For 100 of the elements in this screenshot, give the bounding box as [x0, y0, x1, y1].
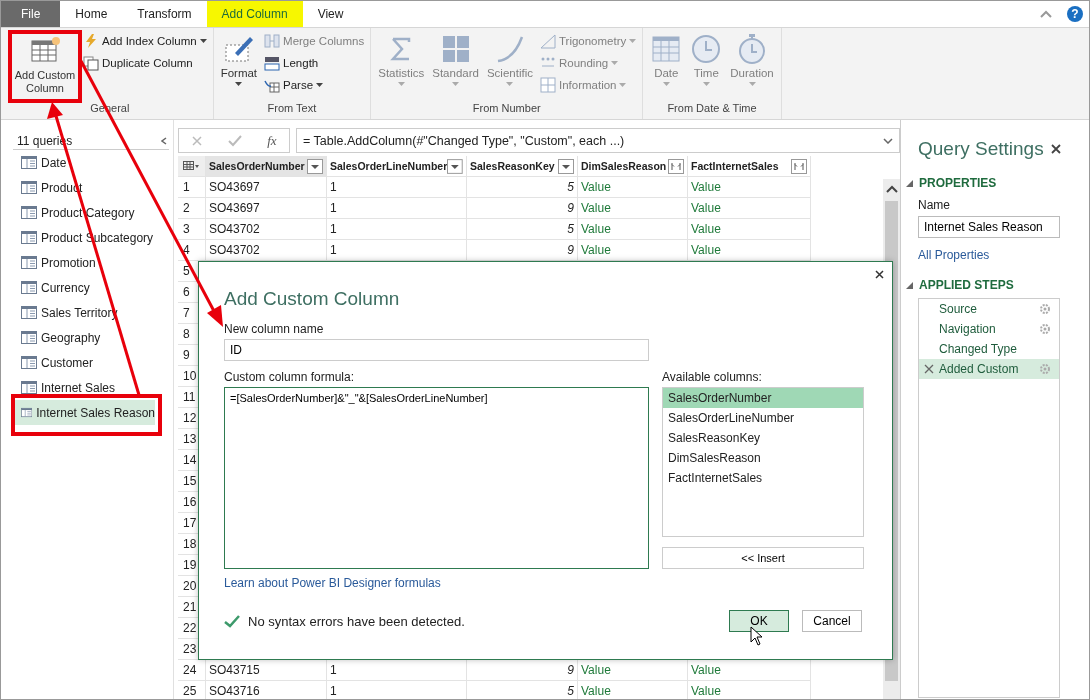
delete-icon[interactable] [924, 364, 934, 374]
status-message: No syntax errors have been detected. [248, 613, 465, 629]
table-cell: 9 [467, 198, 578, 218]
close-icon[interactable] [1051, 144, 1061, 154]
column-header[interactable]: SalesOrderLineNumber [327, 156, 467, 176]
column-name-field[interactable]: ID [224, 339, 649, 361]
function-button[interactable]: fx [267, 132, 277, 149]
table-cell: 9 [467, 240, 578, 260]
expand-columns-icon[interactable] [791, 158, 807, 174]
query-item[interactable]: Internet Sales Reason [13, 400, 155, 425]
name-field[interactable]: Internet Sales Reason [918, 216, 1060, 238]
ribbon-tab[interactable]: View [302, 1, 359, 27]
collapse-triangle-icon[interactable] [906, 281, 913, 289]
lightning-icon [83, 33, 99, 49]
help-button[interactable]: ? [1067, 6, 1083, 22]
column-item[interactable]: DimSalesReason [663, 448, 863, 468]
pane-title: Query Settings [918, 138, 1044, 160]
formula-field[interactable]: = Table.AddColumn(#"Changed Type", "Custom", each ...) [296, 128, 900, 153]
dialog-title: Add Custom Column [224, 288, 401, 310]
help-link[interactable]: Learn about Power BI Designer formulas [224, 576, 649, 590]
collapse-icon[interactable] [1039, 9, 1053, 19]
dialog-button[interactable]: OK [729, 610, 789, 632]
dialog-button[interactable]: Cancel [802, 610, 862, 632]
section-heading: APPLIED STEPS [919, 278, 1014, 292]
column-item[interactable]: SalesOrderNumber [663, 388, 863, 408]
filter-dropdown-icon[interactable] [307, 158, 323, 174]
ribbon-button[interactable]: Duplicate Column [81, 53, 209, 73]
cursor-icon [750, 626, 764, 646]
field-label: New column name [224, 322, 325, 336]
applied-step[interactable]: Navigation [919, 319, 1059, 339]
table-cell: 1 [327, 219, 467, 239]
stopwatch-icon [736, 33, 768, 65]
query-item[interactable]: Currency [13, 275, 155, 300]
query-item[interactable]: Date [13, 150, 155, 175]
table-icon [21, 206, 37, 219]
table-icon [21, 281, 37, 294]
table-cell: Value [688, 198, 811, 218]
applied-step[interactable]: Source [919, 299, 1059, 319]
all-properties-link[interactable]: All Properties [918, 248, 1061, 262]
section-heading: PROPERTIES [919, 176, 997, 190]
query-item[interactable]: Geography [13, 325, 155, 350]
table-icon [21, 381, 37, 394]
insert-button[interactable]: << Insert [662, 547, 864, 569]
expand-columns-icon[interactable] [668, 158, 684, 174]
column-header[interactable]: FactInternetSales [688, 156, 811, 176]
applied-step[interactable]: Added Custom [919, 359, 1059, 379]
table-cell: Value [688, 219, 811, 239]
table-cell: 1 [327, 681, 467, 699]
table-icon [21, 406, 33, 419]
triangle-icon [539, 33, 556, 49]
ribbon-button[interactable]: Parse [262, 75, 367, 95]
ribbon-button[interactable]: Format [217, 31, 261, 102]
table-menu-icon[interactable] [183, 161, 199, 171]
copy-icon [83, 55, 99, 71]
collapse-pane-icon[interactable] [161, 137, 167, 145]
table-icon [21, 356, 37, 369]
ribbon-tab[interactable]: Add Column [206, 1, 303, 27]
scroll-up-icon[interactable] [885, 185, 898, 193]
ribbon-tab[interactable]: Transform [122, 1, 207, 27]
column-header[interactable]: SalesOrderNumber [206, 156, 327, 176]
ribbon-tab[interactable]: Home [60, 1, 123, 27]
table-cell: Value [578, 240, 688, 260]
ribbon-button[interactable]: Add Index Column [81, 31, 209, 51]
formula-field[interactable]: =[SalesOrderNumber]&"_"&[SalesOrderLineNumber] [224, 387, 649, 569]
column-item[interactable]: FactInternetSales [663, 468, 863, 488]
query-item[interactable]: Promotion [13, 250, 155, 275]
group-label: From Number [471, 102, 542, 116]
table-icon [21, 331, 37, 344]
group-label: From Text [266, 102, 318, 116]
query-item[interactable]: Internet Sales [13, 375, 155, 400]
applied-step[interactable]: Changed Type [919, 339, 1059, 359]
filter-dropdown-icon[interactable] [447, 158, 463, 174]
ribbon-button[interactable]: Add Custom Column [11, 31, 79, 102]
collapse-triangle-icon[interactable] [906, 179, 913, 187]
column-header[interactable]: DimSalesReason [578, 156, 688, 176]
table-icon [21, 181, 37, 194]
table-cell: Value [578, 219, 688, 239]
column-header[interactable]: SalesReasonKey [467, 156, 578, 176]
table-cell: Value [688, 177, 811, 197]
calendar-icon [650, 33, 683, 65]
filter-dropdown-icon[interactable] [558, 158, 574, 174]
expand-icon[interactable] [883, 137, 893, 144]
ribbon-tab[interactable]: File [1, 1, 61, 27]
table-cell: SO43716 [206, 681, 327, 699]
ribbon-button[interactable]: Length [262, 53, 367, 73]
clock-icon [690, 33, 723, 65]
check-icon[interactable] [228, 134, 243, 147]
table-cell: 1 [327, 198, 467, 218]
query-item[interactable]: Product Category [13, 200, 155, 225]
close-icon[interactable] [875, 270, 884, 279]
merge-icon [264, 33, 281, 49]
column-item[interactable]: SalesOrderLineNumber [663, 408, 863, 428]
table-cell: SO43697 [206, 177, 327, 197]
table-cell: Value [578, 177, 688, 197]
table-cell: Value [578, 681, 688, 699]
table-cell: 5 [467, 681, 578, 699]
query-item[interactable]: Customer [13, 350, 155, 375]
table-cell: 1 [327, 177, 467, 197]
column-item[interactable]: SalesReasonKey [663, 428, 863, 448]
table-cell: Value [688, 240, 811, 260]
